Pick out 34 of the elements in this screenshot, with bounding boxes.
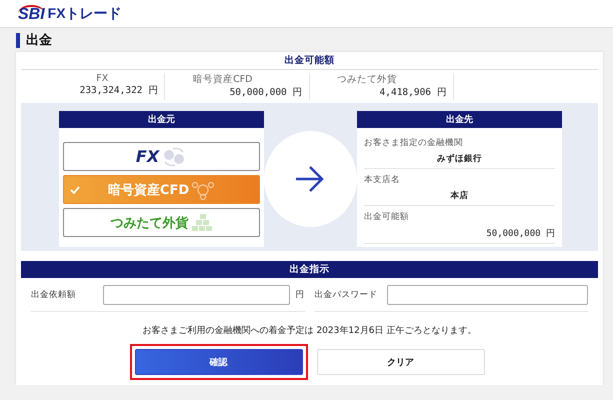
logo-mark: SBI xyxy=(18,5,45,22)
destination-label: 出金可能額 xyxy=(364,211,410,223)
password-field[interactable] xyxy=(386,284,588,304)
title-accent-bar xyxy=(16,32,20,48)
box-title: 出金先 xyxy=(356,111,562,128)
destination-value: みずほ銀行 xyxy=(436,153,482,165)
logo-text: FXトレード xyxy=(48,4,122,22)
source-option[interactable]: つみたて外貨 xyxy=(63,208,260,237)
check-icon xyxy=(70,186,80,194)
section-title: 出金可能額 xyxy=(21,52,598,70)
account-amount: 233,324,322 円 xyxy=(80,84,158,97)
destination-label: お客さま指定の金融機関 xyxy=(364,137,464,149)
clear-button[interactable]: クリア xyxy=(316,349,484,375)
confirm-button[interactable]: 確認 xyxy=(134,349,302,375)
account-amount: 50,000,000 円 xyxy=(230,86,302,99)
destination-value: 本店 xyxy=(450,190,468,202)
unit-label: 円 xyxy=(296,288,304,300)
destination-amount: 50,000,000 円 xyxy=(486,228,555,240)
arrow-right-icon xyxy=(295,165,326,193)
account-label: つみたて外貨 xyxy=(336,73,398,86)
account-amount: 4,418,906 円 xyxy=(380,86,447,99)
destination-label: 本支店名 xyxy=(364,174,401,186)
field-label: 出金依頼額 xyxy=(31,288,77,300)
account-label: 暗号資産CFD xyxy=(193,73,254,86)
arrival-notice: お客さまご利用の金融機関への着金予定は 2023年12月6日 正午ごろとなります。 xyxy=(142,324,478,337)
page-title: 出金 xyxy=(26,32,52,49)
section-title: 出金指示 xyxy=(21,261,598,278)
account-label: FX xyxy=(96,73,110,84)
amount-field[interactable] xyxy=(103,284,290,304)
field-label: 出金パスワード xyxy=(314,288,378,300)
coin-stack-icon xyxy=(190,214,213,232)
network-icon xyxy=(191,180,216,200)
box-title: 出金元 xyxy=(59,111,264,128)
source-option[interactable]: FX xyxy=(63,142,260,171)
